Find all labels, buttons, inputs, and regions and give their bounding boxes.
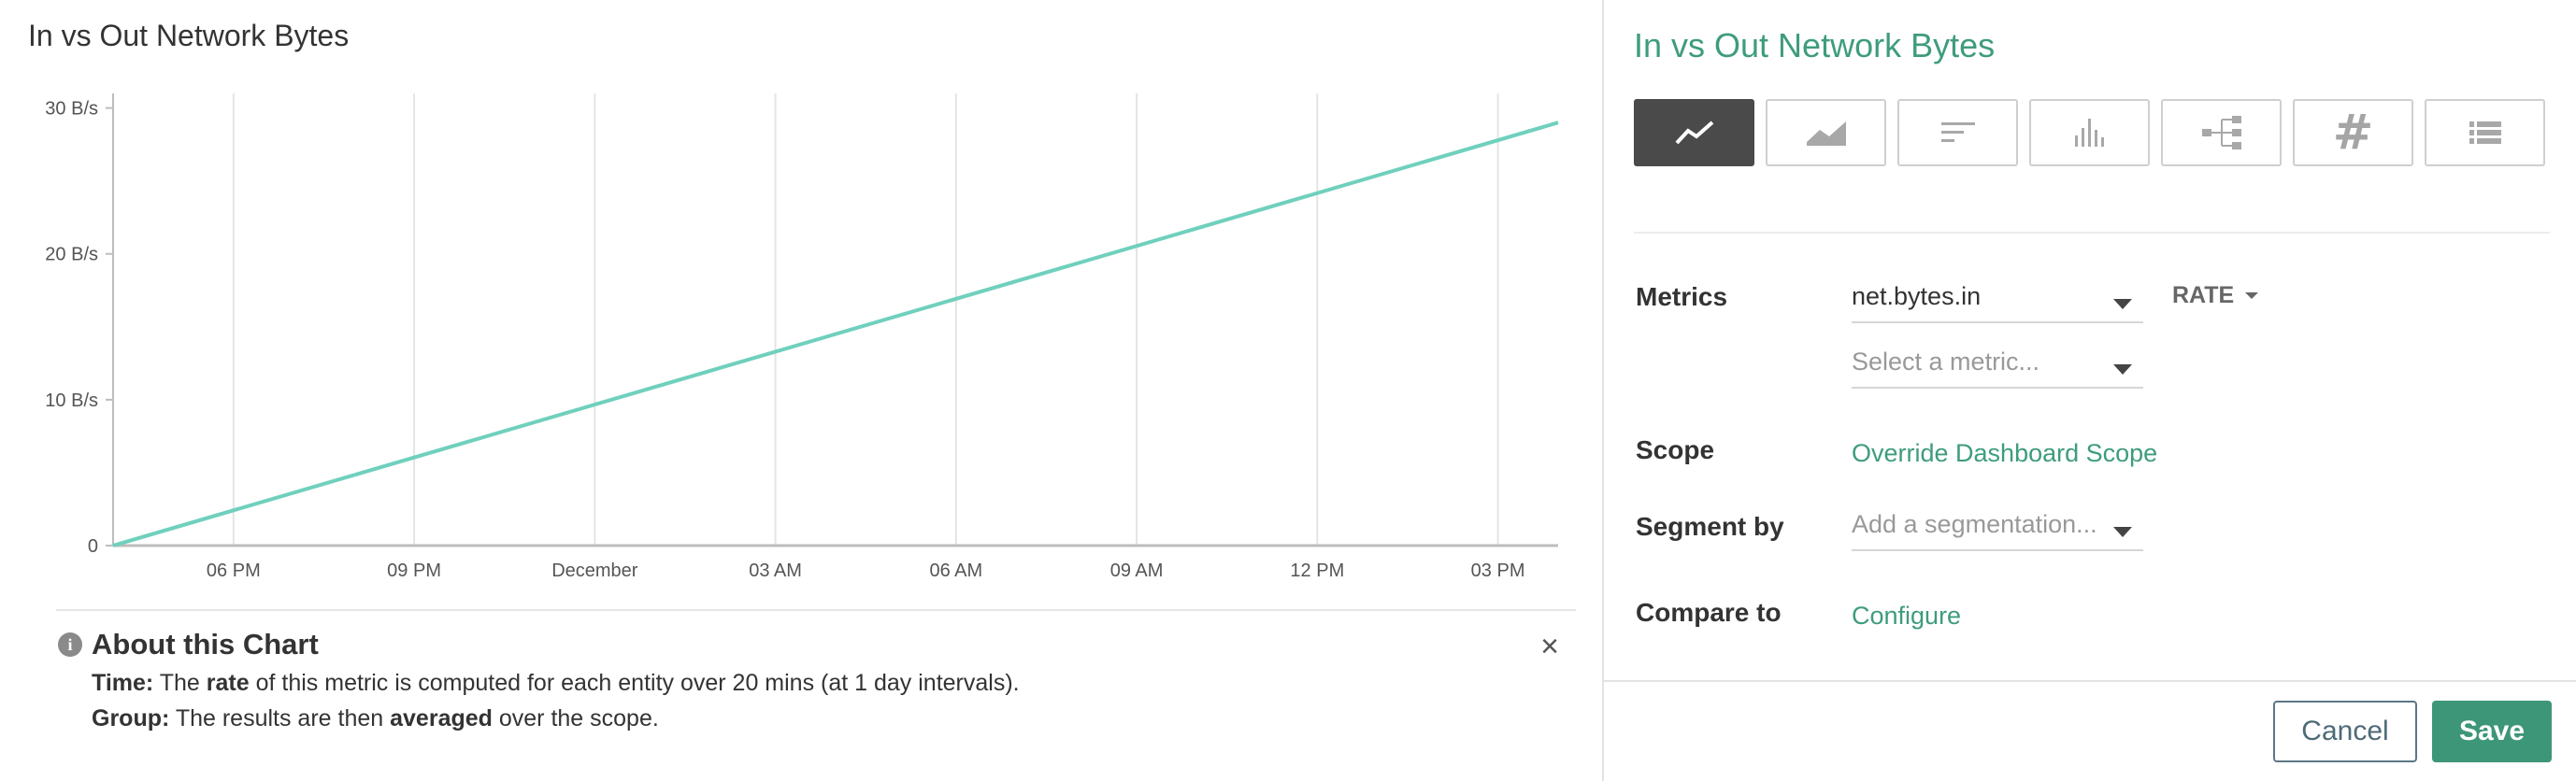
rate-aggregation-dropdown[interactable]: RATE: [2172, 282, 2259, 309]
x-tick-label: 03 PM: [1471, 561, 1525, 581]
add-metric-select[interactable]: Select a metric...: [1852, 344, 2143, 389]
group-label: Group:: [92, 705, 170, 731]
group-pre: The results are then: [175, 705, 384, 731]
configure-compare-link[interactable]: Configure: [1852, 602, 1961, 631]
viz-bar-button[interactable]: [1897, 99, 2018, 166]
time-post: of this metric is computed for each enti…: [255, 670, 1020, 696]
area-chart-icon: [1806, 121, 1846, 146]
metric-select[interactable]: net.bytes.in: [1852, 278, 2143, 323]
horizontal-bar-icon: [1940, 122, 1975, 142]
footer-separator: [1604, 680, 2576, 682]
column-chart-icon: [2074, 119, 2104, 147]
caret-down-icon: [2245, 292, 2259, 299]
y-tick-label: 0: [88, 536, 98, 557]
chevron-down-icon: [2113, 364, 2132, 375]
info-icon: i: [58, 632, 82, 657]
y-tick-label: 20 B/s: [45, 245, 98, 265]
x-tick-label: 06 PM: [207, 561, 261, 581]
viz-line-button[interactable]: [1634, 99, 1754, 166]
series-line: [112, 121, 1559, 547]
tree-icon: [2201, 116, 2241, 149]
metrics-label: Metrics: [1636, 282, 1728, 311]
x-tick-label: 03 AM: [749, 561, 802, 581]
visualization-type-selector: #: [1634, 99, 2545, 166]
add-metric-placeholder: Select a metric...: [1852, 348, 2040, 376]
x-tick-label: December: [551, 561, 638, 581]
group-post: over the scope.: [498, 705, 659, 731]
chevron-down-icon: [2113, 527, 2132, 537]
rate-label: RATE: [2172, 282, 2235, 308]
compare-to-label: Compare to: [1636, 598, 1782, 627]
chart-config-pane: In vs Out Network Bytes # Metrics net.by…: [1604, 0, 2576, 781]
save-button[interactable]: Save: [2432, 701, 2552, 762]
viz-area-button[interactable]: [1766, 99, 1886, 166]
y-tick-label: 10 B/s: [45, 390, 98, 411]
about-header: i About this Chart: [56, 624, 1576, 665]
scope-label: Scope: [1636, 435, 1715, 464]
viz-table-button[interactable]: [2425, 99, 2545, 166]
override-scope-link[interactable]: Override Dashboard Scope: [1852, 439, 2157, 468]
viz-column-button[interactable]: [2029, 99, 2150, 166]
chart-pane: In vs Out Network Bytes 06 PM 09 PM Decemb…: [0, 0, 1602, 781]
cancel-button[interactable]: Cancel: [2273, 701, 2417, 762]
x-tick-label: 06 AM: [929, 561, 982, 581]
y-tick-label: 30 B/s: [45, 99, 98, 120]
metric-select-value: net.bytes.in: [1852, 282, 1982, 310]
line-chart: 06 PM 09 PM December 03 AM 06 AM 09 AM 12 PM 03…: [45, 93, 1559, 581]
segment-by-label: Segment by: [1636, 512, 1784, 541]
table-list-icon: [2469, 121, 2501, 144]
config-separator: [1634, 232, 2550, 234]
about-title: About this Chart: [92, 628, 319, 660]
config-title[interactable]: In vs Out Network Bytes: [1634, 26, 1995, 65]
about-time-line: Time: The rate of this metric is compute…: [92, 665, 1576, 701]
viz-tree-button[interactable]: [2161, 99, 2282, 166]
time-label: Time:: [92, 670, 154, 696]
close-icon[interactable]: ×: [1533, 629, 1567, 664]
time-pre: The: [159, 670, 200, 696]
about-group-line: Group: The results are then averaged ove…: [92, 701, 1576, 736]
chevron-down-icon: [2113, 299, 2132, 309]
group-bold: averaged: [390, 705, 493, 731]
x-tick-label: 09 PM: [387, 561, 441, 581]
viz-number-button[interactable]: #: [2293, 99, 2413, 166]
segmentation-placeholder: Add a segmentation...: [1852, 510, 2097, 538]
about-this-chart: i About this Chart × Time: The rate of t…: [56, 609, 1576, 736]
segmentation-select[interactable]: Add a segmentation...: [1852, 506, 2143, 551]
hash-icon: #: [2332, 105, 2374, 161]
time-bold: rate: [206, 670, 250, 696]
x-tick-label: 09 AM: [1110, 561, 1164, 581]
line-chart-icon: [1675, 121, 1713, 145]
x-tick-label: 12 PM: [1290, 561, 1344, 581]
